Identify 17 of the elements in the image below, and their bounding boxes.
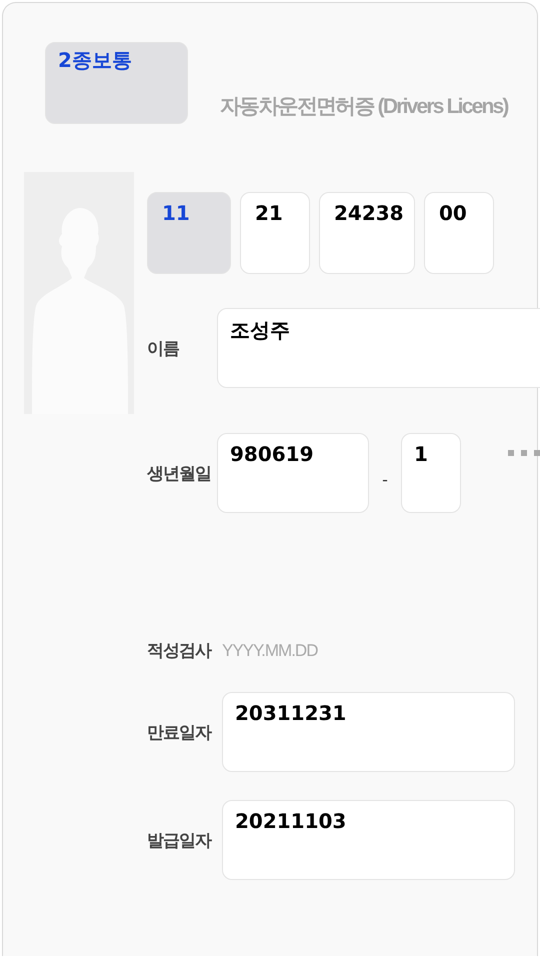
field-label: 발급일자 <box>147 830 212 852</box>
date-field[interactable]: 20311231 <box>222 692 515 772</box>
name-field[interactable]: 조성주 <box>217 308 540 388</box>
separator-text: - <box>381 470 389 488</box>
field-label: 이름 <box>147 338 180 360</box>
more-icon[interactable] <box>508 450 540 456</box>
license-number-field[interactable]: 24238 <box>319 192 415 274</box>
field-label: 만료일자 <box>147 722 212 744</box>
gender-digit-field[interactable]: 1 <box>401 433 461 513</box>
field-label: 적성검사 <box>147 640 212 662</box>
card-title: 자동차운전면허증 (Drivers Licens) <box>220 94 508 120</box>
date-field[interactable]: 20211103 <box>222 800 515 880</box>
birth-date-field[interactable]: 980619 <box>217 433 369 513</box>
field-label: 생년월일 <box>147 462 212 484</box>
date-field[interactable]: YYYY.MM.DD <box>222 640 342 660</box>
license-number-field[interactable]: 21 <box>240 192 310 274</box>
license-number-field[interactable]: 00 <box>424 192 494 274</box>
